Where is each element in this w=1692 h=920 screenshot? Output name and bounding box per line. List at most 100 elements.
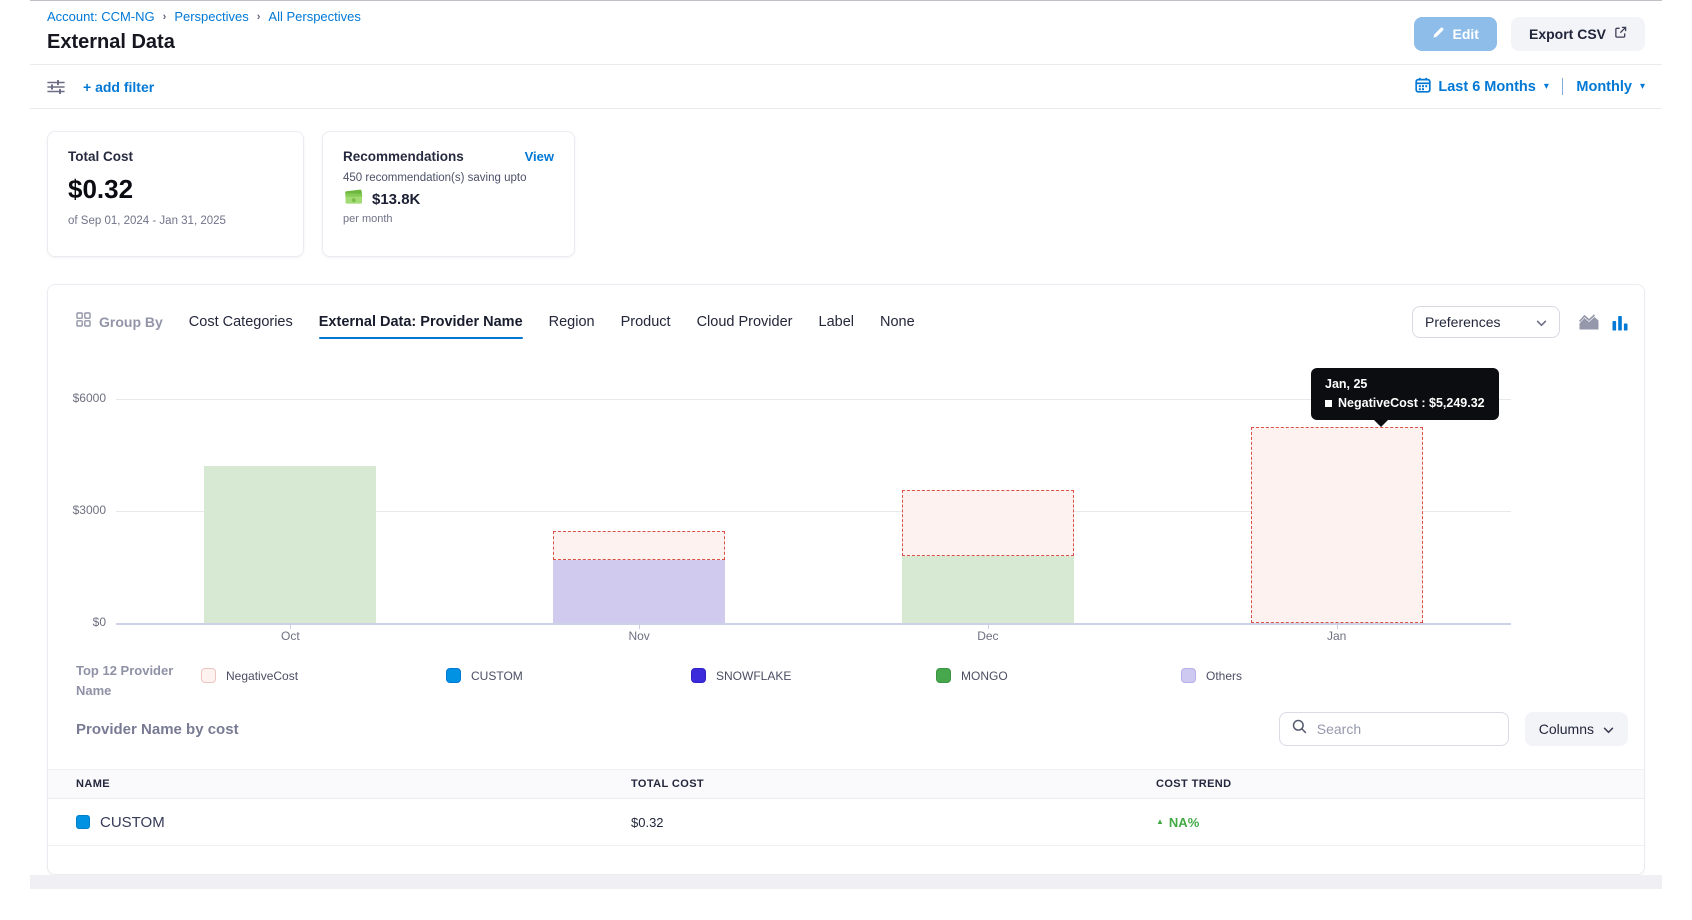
- tab-region[interactable]: Region: [549, 314, 595, 330]
- chevron-down-icon: [1536, 314, 1547, 330]
- group-by-row: Group By Cost CategoriesExternal Data: P…: [48, 285, 1644, 339]
- legend-label: NegativeCost: [226, 669, 298, 683]
- legend-item-negativecost[interactable]: NegativeCost: [201, 661, 446, 683]
- date-range-label: Last 6 Months: [1438, 79, 1535, 95]
- external-link-icon: [1614, 26, 1627, 42]
- legend-label: SNOWFLAKE: [716, 669, 791, 683]
- legend-swatch: [201, 668, 216, 683]
- row-cost-trend: ▲ NA%: [1156, 815, 1644, 830]
- page-content: Account: CCM-NG›Perspectives›All Perspec…: [30, 0, 1662, 889]
- x-axis-label: Jan: [1292, 629, 1382, 643]
- recommendations-subtitle: 450 recommendation(s) saving upto: [343, 172, 554, 184]
- columns-label: Columns: [1539, 721, 1594, 737]
- x-axis-label: Oct: [245, 629, 335, 643]
- add-filter-button[interactable]: + add filter: [83, 79, 154, 95]
- tooltip-series-marker: [1325, 400, 1332, 407]
- table-body: CUSTOM $0.32▲ NA%: [48, 799, 1644, 846]
- view-recommendations-link[interactable]: View: [525, 149, 554, 164]
- chevron-down-icon: [1603, 721, 1614, 737]
- legend-swatch: [446, 668, 461, 683]
- date-controls: Last 6 Months ▾ Monthly ▾: [1415, 77, 1645, 97]
- export-csv-button[interactable]: Export CSV: [1511, 17, 1645, 51]
- bottom-strip: [30, 875, 1662, 889]
- legend-item-others[interactable]: Others: [1181, 661, 1426, 683]
- edit-button-label: Edit: [1453, 26, 1479, 42]
- chart-legend: Top 12 Provider Name NegativeCostCUSTOMS…: [48, 643, 1644, 695]
- search-icon: [1292, 719, 1307, 739]
- tab-none[interactable]: None: [880, 314, 915, 330]
- bar-negativecost-nov[interactable]: [553, 531, 725, 560]
- date-range-dropdown[interactable]: Last 6 Months ▾: [1438, 79, 1549, 95]
- grid-icon: [76, 312, 91, 332]
- recommendations-title: Recommendations: [343, 149, 464, 164]
- columns-button[interactable]: Columns: [1525, 712, 1628, 746]
- x-axis-label: Dec: [943, 629, 1033, 643]
- column-header-name[interactable]: NAME: [76, 778, 631, 790]
- bar-negativecost-dec[interactable]: [902, 490, 1074, 556]
- pencil-icon: [1432, 26, 1445, 42]
- legend-label: CUSTOM: [471, 669, 523, 683]
- column-header-total-cost[interactable]: TOTAL COST: [631, 778, 1156, 790]
- breadcrumb: Account: CCM-NG›Perspectives›All Perspec…: [47, 9, 361, 24]
- trend-up-icon: ▲: [1156, 818, 1164, 826]
- tab-label[interactable]: Label: [819, 314, 854, 330]
- x-axis-tick: [988, 623, 989, 629]
- y-axis-label: $6000: [48, 391, 106, 405]
- granularity-label: Monthly: [1576, 79, 1632, 95]
- breadcrumb-item-perspectives[interactable]: Perspectives: [174, 9, 248, 24]
- table-header-row: NAMETOTAL COSTCOST TREND: [48, 769, 1644, 799]
- legend-label: Others: [1206, 669, 1242, 683]
- legend-item-snowflake[interactable]: SNOWFLAKE: [691, 661, 936, 683]
- filter-icon[interactable]: [47, 80, 65, 94]
- chart-tooltip: Jan, 25 NegativeCost : $5,249.32: [1311, 368, 1499, 420]
- column-header-cost-trend[interactable]: COST TREND: [1156, 778, 1644, 790]
- bar-mongo-dec[interactable]: [902, 556, 1074, 623]
- tooltip-arrow: [1373, 419, 1389, 427]
- table-title: Provider Name by cost: [76, 721, 239, 738]
- page-title: External Data: [47, 31, 361, 54]
- search-box: [1279, 712, 1509, 746]
- legend-item-mongo[interactable]: MONGO: [936, 661, 1181, 683]
- row-name-cell: CUSTOM: [76, 814, 631, 831]
- savings-value: $13.8K: [372, 191, 420, 208]
- preferences-dropdown[interactable]: Preferences: [1412, 306, 1560, 338]
- tooltip-text: NegativeCost : $5,249.32: [1338, 396, 1485, 410]
- total-cost-value: $0.32: [68, 174, 283, 205]
- bar-negativecost-jan[interactable]: [1251, 427, 1423, 623]
- bar-others-nov[interactable]: [553, 560, 725, 623]
- search-input[interactable]: [1315, 720, 1496, 738]
- tab-cloud-provider[interactable]: Cloud Provider: [697, 314, 793, 330]
- row-total-cost: $0.32: [631, 815, 1156, 830]
- granularity-dropdown[interactable]: Monthly ▾: [1576, 79, 1645, 95]
- row-name: CUSTOM: [100, 814, 165, 831]
- money-icon: [343, 189, 365, 209]
- header-actions: Edit Export CSV: [1414, 17, 1645, 64]
- breadcrumb-item-account-ccm-ng[interactable]: Account: CCM-NG: [47, 9, 155, 24]
- area-chart-icon[interactable]: [1578, 314, 1600, 331]
- tooltip-title: Jan, 25: [1325, 377, 1485, 391]
- bar-mongo-oct[interactable]: [204, 466, 376, 623]
- tab-external-data-provider-name[interactable]: External Data: Provider Name: [319, 314, 523, 330]
- bar-chart-icon[interactable]: [1612, 314, 1628, 331]
- legend-item-custom[interactable]: CUSTOM: [446, 661, 691, 683]
- x-axis-label: Nov: [594, 629, 684, 643]
- export-csv-label: Export CSV: [1529, 26, 1606, 42]
- legend-swatch: [1181, 668, 1196, 683]
- breadcrumb-item-all-perspectives[interactable]: All Perspectives: [268, 9, 360, 24]
- tab-product[interactable]: Product: [621, 314, 671, 330]
- cost-bar-chart: $0$3000$6000OctNovDecJan Jan, 25 Negativ…: [48, 353, 1644, 643]
- group-by-tabs: Cost Categories External Data: Provider N…: [189, 314, 915, 330]
- trend-value: NA%: [1169, 815, 1199, 830]
- legend-swatch: [936, 668, 951, 683]
- recommendations-card: Recommendations View 450 recommendation(…: [322, 131, 575, 257]
- gridline: [116, 623, 1511, 625]
- tab-cost-categories[interactable]: Cost Categories: [189, 314, 293, 330]
- vertical-separator: [1562, 78, 1564, 95]
- header-left: Account: CCM-NG›Perspectives›All Perspec…: [47, 9, 361, 64]
- edit-button[interactable]: Edit: [1414, 17, 1497, 51]
- caret-down-icon: ▾: [1544, 81, 1549, 92]
- x-axis-tick: [639, 623, 640, 629]
- table-row-custom[interactable]: CUSTOM $0.32▲ NA%: [48, 799, 1644, 846]
- savings-frequency: per month: [343, 213, 554, 225]
- legend-label: MONGO: [961, 669, 1008, 683]
